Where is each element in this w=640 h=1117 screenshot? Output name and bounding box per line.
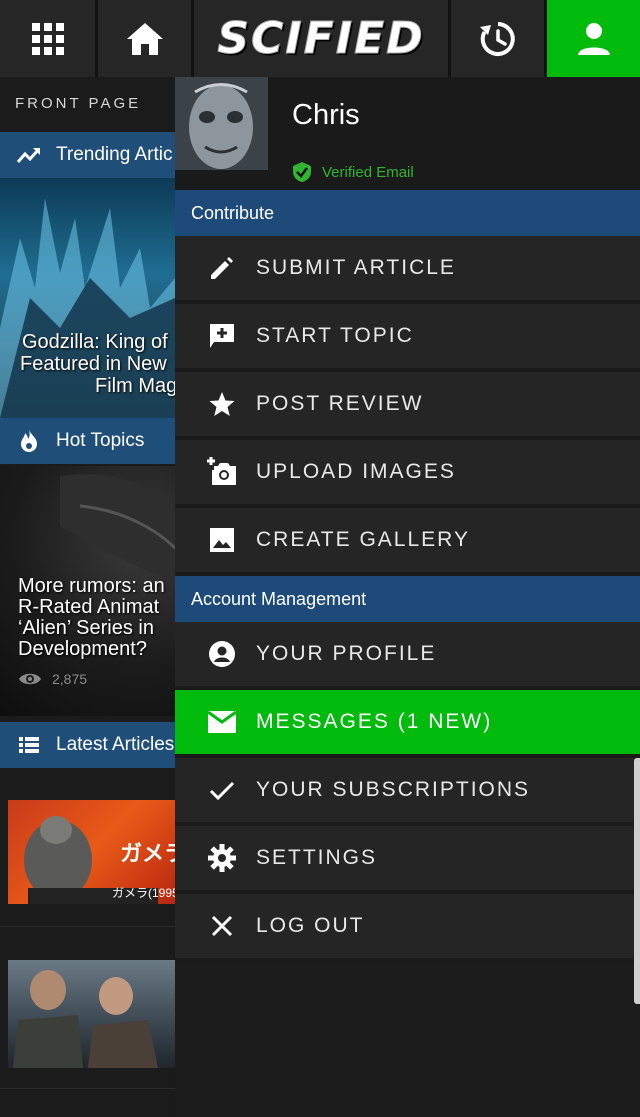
menu-your-subscriptions[interactable]: YOUR SUBSCRIPTIONS: [175, 758, 640, 826]
flame-icon: [21, 430, 37, 452]
movie-poster-image: [13, 970, 158, 1068]
trending-up-icon: [16, 147, 41, 163]
group-account-management: Account Management: [175, 576, 640, 622]
mail-icon: [207, 710, 237, 733]
history-button[interactable]: [451, 0, 544, 77]
menu-post-review-label: POST REVIEW: [256, 392, 424, 415]
menu-post-review[interactable]: POST REVIEW: [175, 372, 640, 440]
avatar-image: [175, 77, 268, 170]
list-separator: [0, 1088, 175, 1089]
trending-article-title-1: Godzilla: King of: [22, 331, 168, 353]
apps-grid-icon: [31, 22, 64, 55]
menu-submit-article[interactable]: SUBMIT ARTICLE: [175, 236, 640, 304]
shield-check-icon: [293, 162, 311, 182]
menu-create-gallery-label: CREATE GALLERY: [256, 528, 470, 551]
section-hot-topics[interactable]: Hot Topics: [0, 418, 175, 464]
apps-button[interactable]: [0, 0, 95, 77]
thumb-caption: ガメラ: [120, 841, 175, 866]
menu-start-topic-label: START TOPIC: [256, 324, 414, 347]
latest-article-thumb-1[interactable]: ガメラ ガメラ(1995: [8, 800, 175, 904]
hot-topic-title-2: R-Rated Animat: [18, 596, 160, 618]
trending-article-title-3: Film Mag: [95, 375, 175, 397]
avatar[interactable]: [175, 77, 268, 170]
eye-icon: [19, 673, 41, 685]
user-profile-header: Chris Verified Email: [175, 77, 640, 190]
group-contribute-label: Contribute: [191, 202, 275, 223]
menu-upload-images-label: UPLOAD IMAGES: [256, 460, 456, 483]
close-icon: [211, 915, 233, 937]
trending-article-card[interactable]: Godzilla: King of Featured in New Film M…: [0, 178, 175, 418]
pencil-icon: [211, 257, 233, 279]
hot-topic-title-1: More rumors: an: [18, 575, 165, 597]
menu-messages-label: MESSAGES (1 NEW): [256, 710, 493, 733]
section-latest-label: Latest Articles: [56, 734, 175, 755]
site-logo[interactable]: SCIFIED: [194, 0, 448, 77]
section-hot-topics-label: Hot Topics: [56, 430, 145, 451]
menu-upload-images[interactable]: UPLOAD IMAGES: [175, 440, 640, 508]
menu-start-topic[interactable]: START TOPIC: [175, 304, 640, 372]
account-drawer: Chris Verified Email Contribute SUBMIT A…: [175, 77, 640, 1117]
verified-email-label: Verified Email: [322, 163, 414, 181]
add-comment-icon: [210, 324, 234, 348]
front-page-label: FRONT PAGE: [15, 95, 142, 112]
account-circle-icon: [209, 641, 235, 667]
account-button[interactable]: [547, 0, 640, 77]
section-trending-label: Trending Artic: [56, 144, 173, 165]
gear-icon: [208, 844, 236, 872]
hot-topic-title-3: ‘Alien’ Series in: [18, 617, 154, 639]
menu-settings[interactable]: SETTINGS: [175, 826, 640, 894]
menu-create-gallery[interactable]: CREATE GALLERY: [175, 508, 640, 576]
menu-messages[interactable]: MESSAGES (1 NEW): [175, 690, 640, 758]
history-icon: [479, 21, 515, 56]
section-latest-articles[interactable]: Latest Articles: [0, 722, 175, 768]
hot-topic-title-4: Development?: [18, 638, 147, 660]
list-separator: [0, 926, 175, 927]
menu-submit-article-label: SUBMIT ARTICLE: [256, 256, 456, 279]
check-icon: [209, 781, 235, 801]
add-camera-icon: [207, 457, 236, 485]
front-page-content: FRONT PAGE Trending Artic Godzilla: King…: [0, 77, 175, 1117]
verified-email-badge: Verified Email: [292, 161, 414, 183]
user-name: Chris: [292, 99, 360, 131]
scrollbar-handle[interactable]: [634, 758, 640, 1004]
hot-topic-views: 2,875: [18, 671, 87, 687]
trending-article-title-2: Featured in New: [20, 353, 167, 375]
star-icon: [209, 392, 235, 416]
menu-settings-label: SETTINGS: [256, 846, 378, 869]
home-button[interactable]: [98, 0, 191, 77]
menu-your-subscriptions-label: YOUR SUBSCRIPTIONS: [256, 778, 531, 801]
list-icon: [19, 737, 39, 753]
group-account-label: Account Management: [191, 588, 367, 609]
logo-text: SCIFIED: [217, 13, 425, 65]
group-contribute: Contribute: [175, 190, 640, 236]
section-trending[interactable]: Trending Artic: [0, 132, 175, 178]
menu-log-out[interactable]: LOG OUT: [175, 894, 640, 962]
hot-topic-card[interactable]: More rumors: an R-Rated Animat ‘Alien’ S…: [0, 466, 175, 716]
menu-your-profile[interactable]: YOUR PROFILE: [175, 622, 640, 690]
latest-article-thumb-2[interactable]: [8, 960, 175, 1068]
image-icon: [210, 528, 234, 552]
thumb-year: ガメラ(1995: [112, 886, 175, 900]
menu-log-out-label: LOG OUT: [256, 914, 365, 937]
top-bar: SCIFIED: [0, 0, 640, 77]
account-icon: [577, 22, 610, 55]
home-icon: [126, 22, 163, 55]
hot-topic-view-count: 2,875: [52, 671, 88, 687]
menu-your-profile-label: YOUR PROFILE: [256, 642, 437, 665]
